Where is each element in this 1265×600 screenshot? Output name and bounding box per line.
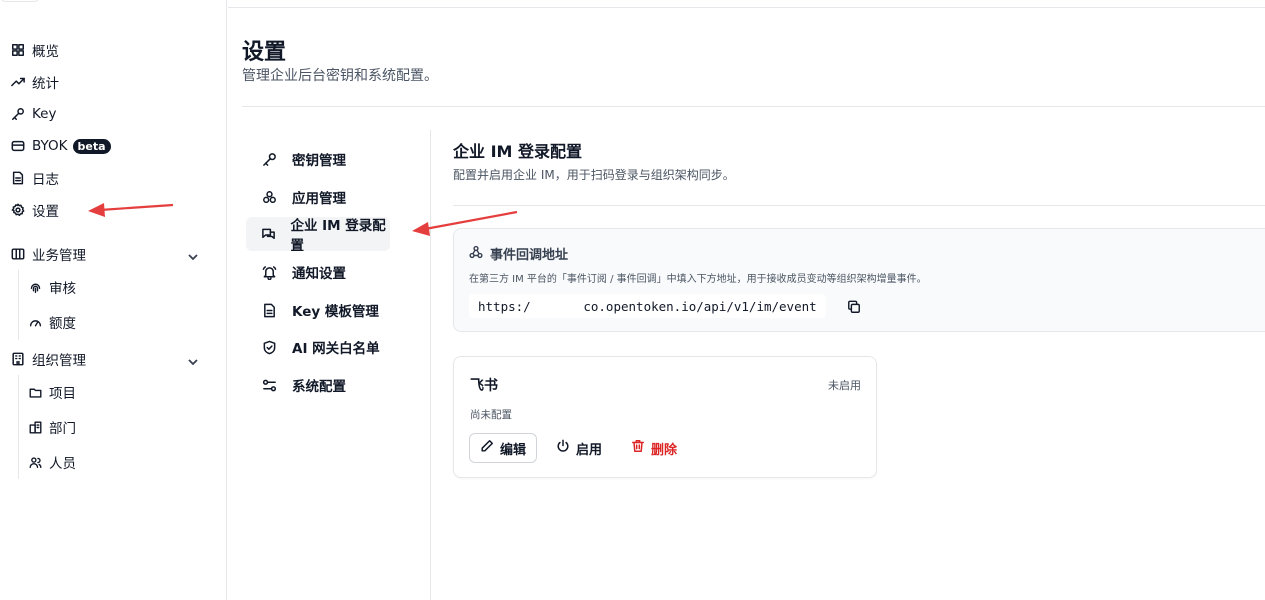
callback-url-panel: 事件回调地址 在第三方 IM 平台的「事件订阅 / 事件回调」中填入下方地址，用… <box>453 228 1265 332</box>
sidebar-item-label: 设置 <box>32 204 59 220</box>
settings-tab-key-templates[interactable]: Key 模板管理 <box>246 293 390 327</box>
shield-icon <box>260 338 278 356</box>
enable-button-label: 启用 <box>576 442 603 458</box>
building2-icon <box>27 419 43 435</box>
grid-icon <box>10 42 26 58</box>
apps-icon <box>260 188 278 206</box>
sidebar-group-line <box>18 375 19 479</box>
users-icon <box>27 454 43 470</box>
section-title: 企业 IM 登录配置 <box>453 142 583 161</box>
sidebar-item-stats[interactable]: 统计 <box>10 71 59 93</box>
settings-tab-label: AI 网关白名单 <box>292 341 380 357</box>
status-badge: 未启用 <box>828 379 861 392</box>
settings-tab-label: Key 模板管理 <box>292 304 379 320</box>
sidebar-item-label: BYOK <box>32 138 68 154</box>
edit-button-label: 编辑 <box>500 442 527 458</box>
section-divider <box>453 205 1265 206</box>
card-icon <box>10 138 26 154</box>
sidebar-item-people[interactable]: 人员 <box>27 451 76 473</box>
settings-tab-label: 通知设置 <box>292 266 346 282</box>
sidebar-item-label: Key <box>32 106 57 122</box>
settings-tab-ai-gateway[interactable]: AI 网关白名单 <box>246 330 390 364</box>
section-subtitle: 配置并启用企业 IM，用于扫码登录与组织架构同步。 <box>453 168 735 182</box>
card-title: 飞书 <box>470 378 498 394</box>
sidebar-item-label: 人员 <box>49 456 76 472</box>
sidebar-item-label: 统计 <box>32 76 59 92</box>
settings-nav-divider <box>430 130 431 600</box>
callback-title: 事件回调地址 <box>469 244 568 263</box>
copy-icon[interactable] <box>847 299 862 314</box>
webhook-icon <box>469 245 490 263</box>
file-icon <box>260 301 278 319</box>
gear-icon <box>10 202 26 218</box>
power-icon <box>556 439 576 457</box>
delete-button-label: 删除 <box>651 442 678 458</box>
sidebar-item-quota[interactable]: 额度 <box>27 311 76 333</box>
pencil-icon <box>480 439 500 457</box>
settings-tab-apps[interactable]: 应用管理 <box>246 180 390 214</box>
sidebar-item-label: 日志 <box>32 172 59 188</box>
key-icon <box>260 150 278 168</box>
sidebar-group-label: 组织管理 <box>32 353 86 369</box>
sidebar-group-org[interactable]: 组织管理 <box>10 348 86 370</box>
callback-description: 在第三方 IM 平台的「事件订阅 / 事件回调」中填入下方地址，用于接收成员变动… <box>469 274 927 285</box>
chevron-down-icon[interactable] <box>187 353 199 366</box>
sidebar-top-control[interactable] <box>0 0 40 2</box>
sidebar-item-label: 项目 <box>49 386 76 402</box>
enable-button[interactable]: 启用 <box>556 433 603 463</box>
settings-tab-label: 系统配置 <box>292 379 346 395</box>
fingerprint-icon <box>27 279 43 295</box>
sidebar-item-label: 额度 <box>49 316 76 332</box>
sidebar: 概览 统计 Key BYOK beta 日志 设置 业务管理 审核 额度 组织管… <box>0 0 227 600</box>
callback-title-text: 事件回调地址 <box>490 248 569 263</box>
gauge-icon <box>27 314 43 330</box>
delete-button[interactable]: 删除 <box>631 433 678 463</box>
sidebar-item-label: 部门 <box>49 421 76 437</box>
sidebar-item-label: 审核 <box>49 281 76 297</box>
sidebar-item-review[interactable]: 审核 <box>27 276 76 298</box>
trash-icon <box>631 439 651 457</box>
app-root: 概览 统计 Key BYOK beta 日志 设置 业务管理 审核 额度 组织管… <box>0 0 1265 600</box>
main-top-divider <box>228 7 1265 8</box>
settings-tab-label: 密钥管理 <box>292 153 346 169</box>
settings-tab-label: 应用管理 <box>292 191 346 207</box>
chat-icon <box>260 225 276 243</box>
sidebar-item-label: 概览 <box>32 44 59 60</box>
beta-badge: beta <box>72 138 111 154</box>
sidebar-group-line <box>18 270 19 340</box>
callback-url[interactable]: https:/ co.opentoken.io/api/v1/im/event <box>469 294 826 318</box>
sidebar-item-key[interactable]: Key <box>10 103 56 125</box>
sidebar-group-business[interactable]: 业务管理 <box>10 243 86 265</box>
page-subtitle: 管理企业后台密钥和系统配置。 <box>242 68 438 84</box>
settings-tab-keys[interactable]: 密钥管理 <box>246 142 390 176</box>
edit-button[interactable]: 编辑 <box>469 433 538 463</box>
settings-tab-label: 企业 IM 登录配置 <box>290 218 386 254</box>
sidebar-item-departments[interactable]: 部门 <box>27 416 76 438</box>
sidebar-item-overview[interactable]: 概览 <box>10 39 59 61</box>
doc-icon <box>10 170 26 186</box>
card-subtitle: 尚未配置 <box>470 409 512 421</box>
settings-tab-notifications[interactable]: 通知设置 <box>246 255 390 289</box>
bell-icon <box>260 263 278 281</box>
settings-tab-im-login[interactable]: 企业 IM 登录配置 <box>246 217 390 254</box>
trend-icon <box>10 74 26 90</box>
settings-tab-system[interactable]: 系统配置 <box>246 368 390 402</box>
sidebar-item-settings[interactable]: 设置 <box>10 199 59 221</box>
key-icon <box>10 106 26 122</box>
sidebar-group-label: 业务管理 <box>32 248 86 264</box>
building-icon <box>10 351 26 367</box>
sidebar-item-byok[interactable]: BYOK beta <box>10 135 111 157</box>
sidebar-item-logs[interactable]: 日志 <box>10 167 59 189</box>
header-divider <box>242 106 1265 107</box>
sliders-icon <box>260 376 278 394</box>
sidebar-item-projects[interactable]: 项目 <box>27 381 76 403</box>
chevron-down-icon[interactable] <box>187 248 199 261</box>
columns-icon <box>10 246 26 262</box>
folder-icon <box>27 384 43 400</box>
page-title: 设置 <box>242 40 287 65</box>
feishu-card: 飞书 未启用 尚未配置 编辑 启用 删除 <box>453 356 877 478</box>
